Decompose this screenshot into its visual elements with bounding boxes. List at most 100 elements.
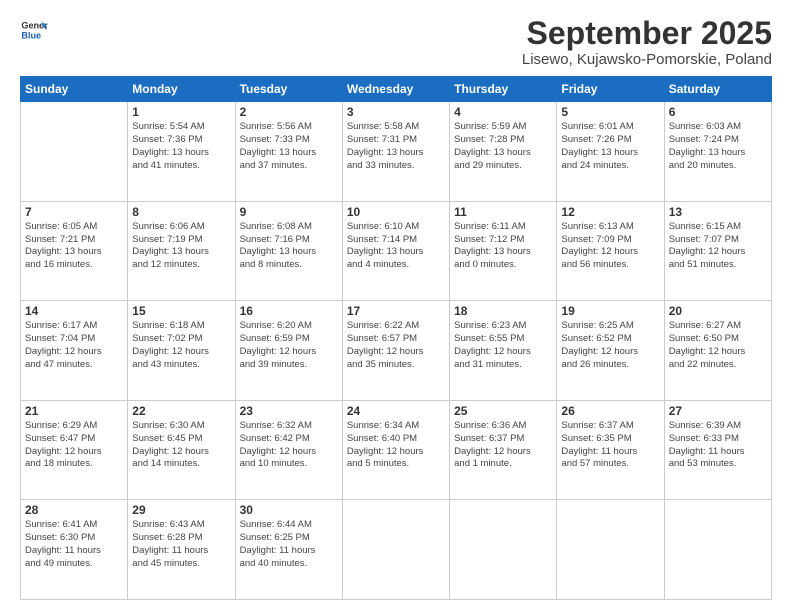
cell-day-number: 25 <box>454 404 552 418</box>
cell-info-text: Sunrise: 6:20 AM Sunset: 6:59 PM Dayligh… <box>240 320 338 371</box>
header-sunday: Sunday <box>21 77 128 102</box>
table-row: 3 Sunrise: 5:58 AM Sunset: 7:31 PM Daylig… <box>342 102 449 202</box>
header-saturday: Saturday <box>664 77 771 102</box>
cell-day-number: 12 <box>561 205 659 219</box>
table-row: 2 Sunrise: 5:56 AM Sunset: 7:33 PM Daylig… <box>235 102 342 202</box>
cell-info-text: Sunrise: 6:08 AM Sunset: 7:16 PM Dayligh… <box>240 221 338 272</box>
cell-day-number: 30 <box>240 503 338 517</box>
cell-info-text: Sunrise: 6:01 AM Sunset: 7:26 PM Dayligh… <box>561 121 659 172</box>
table-row: 6Sunrise: 6:03 AM Sunset: 7:24 PM Daylig… <box>664 102 771 202</box>
cell-info-text: Sunrise: 6:43 AM Sunset: 6:28 PM Dayligh… <box>132 519 230 570</box>
table-row: 12 Sunrise: 6:13 AM Sunset: 7:09 PM Dayli… <box>557 201 664 301</box>
cell-day-number: 23 <box>240 404 338 418</box>
cell-info-text: Sunrise: 6:23 AM Sunset: 6:55 PM Dayligh… <box>454 320 552 371</box>
table-row: 23 Sunrise: 6:32 AM Sunset: 6:42 PM Dayli… <box>235 400 342 500</box>
cell-day-number: 4 <box>454 105 552 119</box>
cell-day-number: 20 <box>669 304 767 318</box>
cell-info-text: Sunrise: 6:34 AM Sunset: 6:40 PM Dayligh… <box>347 420 445 471</box>
table-row <box>557 500 664 600</box>
cell-day-number: 22 <box>132 404 230 418</box>
table-row: 20 Sunrise: 6:27 AM Sunset: 6:50 PM Dayli… <box>664 301 771 401</box>
table-row: 17 Sunrise: 6:22 AM Sunset: 6:57 PM Dayli… <box>342 301 449 401</box>
table-row: 21Sunrise: 6:29 AM Sunset: 6:47 PM Dayli… <box>21 400 128 500</box>
table-row <box>664 500 771 600</box>
calendar-header-row: Sunday Monday Tuesday Wednesday Thursday… <box>21 77 772 102</box>
cell-day-number: 26 <box>561 404 659 418</box>
cell-day-number: 13 <box>669 205 767 219</box>
cell-info-text: Sunrise: 6:17 AM Sunset: 7:04 PM Dayligh… <box>25 320 123 371</box>
cell-info-text: Sunrise: 6:36 AM Sunset: 6:37 PM Dayligh… <box>454 420 552 471</box>
calendar-week-row: 1 Sunrise: 5:54 AM Sunset: 7:36 PM Daylig… <box>21 102 772 202</box>
table-row <box>21 102 128 202</box>
table-row: 9Sunrise: 6:08 AM Sunset: 7:16 PM Daylig… <box>235 201 342 301</box>
cell-day-number: 6 <box>669 105 767 119</box>
cell-day-number: 16 <box>240 304 338 318</box>
table-row: 29 Sunrise: 6:43 AM Sunset: 6:28 PM Dayli… <box>128 500 235 600</box>
cell-day-number: 2 <box>240 105 338 119</box>
cell-info-text: Sunrise: 6:25 AM Sunset: 6:52 PM Dayligh… <box>561 320 659 371</box>
header-monday: Monday <box>128 77 235 102</box>
calendar-week-row: 7 Sunrise: 6:05 AM Sunset: 7:21 PM Daylig… <box>21 201 772 301</box>
cell-info-text: Sunrise: 6:22 AM Sunset: 6:57 PM Dayligh… <box>347 320 445 371</box>
cell-info-text: Sunrise: 6:11 AM Sunset: 7:12 PM Dayligh… <box>454 221 552 272</box>
cell-info-text: Sunrise: 6:10 AM Sunset: 7:14 PM Dayligh… <box>347 221 445 272</box>
table-row: 22 Sunrise: 6:30 AM Sunset: 6:45 PM Dayli… <box>128 400 235 500</box>
location: Lisewo, Kujawsko-Pomorskie, Poland <box>522 51 772 68</box>
cell-day-number: 27 <box>669 404 767 418</box>
table-row: 7 Sunrise: 6:05 AM Sunset: 7:21 PM Daylig… <box>21 201 128 301</box>
header-tuesday: Tuesday <box>235 77 342 102</box>
table-row <box>342 500 449 600</box>
cell-info-text: Sunrise: 6:39 AM Sunset: 6:33 PM Dayligh… <box>669 420 767 471</box>
table-row: 18Sunrise: 6:23 AM Sunset: 6:55 PM Dayli… <box>450 301 557 401</box>
table-row: 15 Sunrise: 6:18 AM Sunset: 7:02 PM Dayli… <box>128 301 235 401</box>
cell-info-text: Sunrise: 6:41 AM Sunset: 6:30 PM Dayligh… <box>25 519 123 570</box>
logo: General Blue <box>20 16 48 44</box>
title-block: September 2025 Lisewo, Kujawsko-Pomorski… <box>522 16 772 68</box>
table-row: 28 Sunrise: 6:41 AM Sunset: 6:30 PM Dayli… <box>21 500 128 600</box>
header-wednesday: Wednesday <box>342 77 449 102</box>
table-row <box>450 500 557 600</box>
cell-info-text: Sunrise: 6:30 AM Sunset: 6:45 PM Dayligh… <box>132 420 230 471</box>
cell-info-text: Sunrise: 5:59 AM Sunset: 7:28 PM Dayligh… <box>454 121 552 172</box>
table-row: 30 Sunrise: 6:44 AM Sunset: 6:25 PM Dayli… <box>235 500 342 600</box>
cell-day-number: 21 <box>25 404 123 418</box>
calendar-week-row: 14 Sunrise: 6:17 AM Sunset: 7:04 PM Dayli… <box>21 301 772 401</box>
table-row: 26Sunrise: 6:37 AM Sunset: 6:35 PM Dayli… <box>557 400 664 500</box>
cell-day-number: 3 <box>347 105 445 119</box>
table-row: 27 Sunrise: 6:39 AM Sunset: 6:33 PM Dayli… <box>664 400 771 500</box>
cell-info-text: Sunrise: 5:56 AM Sunset: 7:33 PM Dayligh… <box>240 121 338 172</box>
calendar: Sunday Monday Tuesday Wednesday Thursday… <box>20 76 772 600</box>
cell-day-number: 28 <box>25 503 123 517</box>
cell-info-text: Sunrise: 6:13 AM Sunset: 7:09 PM Dayligh… <box>561 221 659 272</box>
header-thursday: Thursday <box>450 77 557 102</box>
cell-info-text: Sunrise: 6:32 AM Sunset: 6:42 PM Dayligh… <box>240 420 338 471</box>
cell-day-number: 8 <box>132 205 230 219</box>
cell-info-text: Sunrise: 6:18 AM Sunset: 7:02 PM Dayligh… <box>132 320 230 371</box>
table-row: 13Sunrise: 6:15 AM Sunset: 7:07 PM Dayli… <box>664 201 771 301</box>
cell-info-text: Sunrise: 5:54 AM Sunset: 7:36 PM Dayligh… <box>132 121 230 172</box>
cell-day-number: 17 <box>347 304 445 318</box>
cell-info-text: Sunrise: 5:58 AM Sunset: 7:31 PM Dayligh… <box>347 121 445 172</box>
cell-day-number: 5 <box>561 105 659 119</box>
cell-day-number: 1 <box>132 105 230 119</box>
table-row: 5 Sunrise: 6:01 AM Sunset: 7:26 PM Daylig… <box>557 102 664 202</box>
table-row: 16 Sunrise: 6:20 AM Sunset: 6:59 PM Dayli… <box>235 301 342 401</box>
cell-info-text: Sunrise: 6:44 AM Sunset: 6:25 PM Dayligh… <box>240 519 338 570</box>
cell-day-number: 14 <box>25 304 123 318</box>
table-row: 25 Sunrise: 6:36 AM Sunset: 6:37 PM Dayli… <box>450 400 557 500</box>
table-row: 1 Sunrise: 5:54 AM Sunset: 7:36 PM Daylig… <box>128 102 235 202</box>
table-row: 11 Sunrise: 6:11 AM Sunset: 7:12 PM Dayli… <box>450 201 557 301</box>
cell-day-number: 29 <box>132 503 230 517</box>
logo-icon: General Blue <box>20 16 48 44</box>
cell-day-number: 24 <box>347 404 445 418</box>
header: General Blue September 2025 Lisewo, Kuja… <box>20 16 772 68</box>
calendar-week-row: 28 Sunrise: 6:41 AM Sunset: 6:30 PM Dayli… <box>21 500 772 600</box>
cell-info-text: Sunrise: 6:05 AM Sunset: 7:21 PM Dayligh… <box>25 221 123 272</box>
cell-day-number: 15 <box>132 304 230 318</box>
cell-day-number: 11 <box>454 205 552 219</box>
cell-day-number: 7 <box>25 205 123 219</box>
header-friday: Friday <box>557 77 664 102</box>
table-row: 4 Sunrise: 5:59 AM Sunset: 7:28 PM Daylig… <box>450 102 557 202</box>
cell-info-text: Sunrise: 6:27 AM Sunset: 6:50 PM Dayligh… <box>669 320 767 371</box>
cell-info-text: Sunrise: 6:06 AM Sunset: 7:19 PM Dayligh… <box>132 221 230 272</box>
